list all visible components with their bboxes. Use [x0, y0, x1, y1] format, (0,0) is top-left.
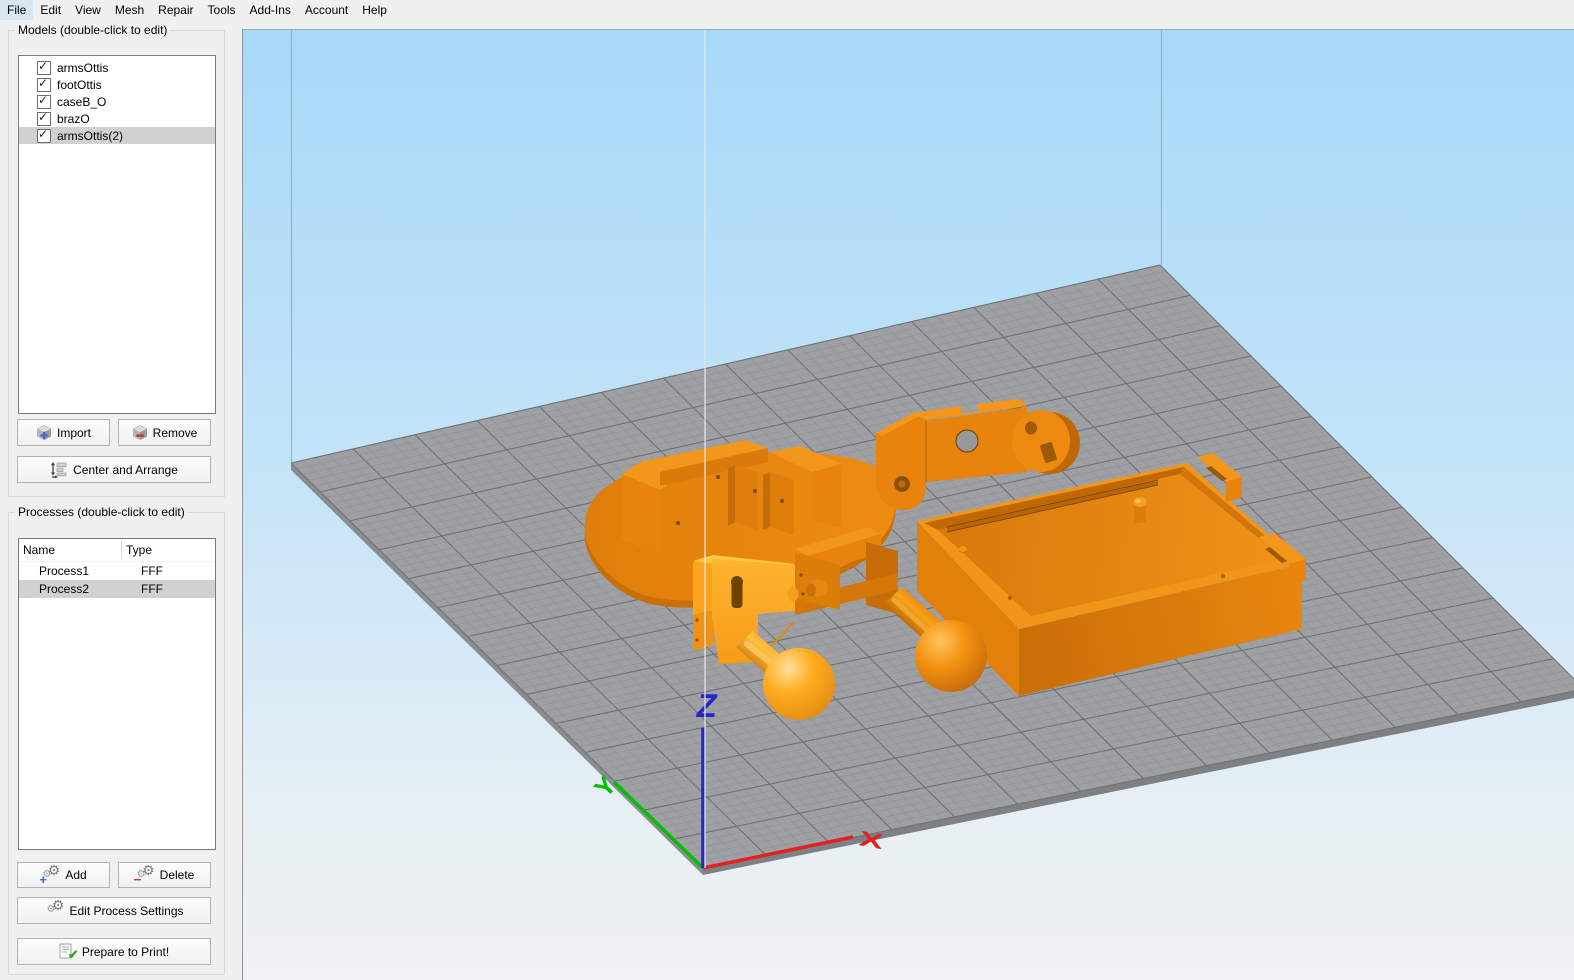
import-cube-icon [36, 424, 52, 440]
model-checkbox[interactable]: ✓ [37, 109, 51, 126]
processes-table-header: Name Type [19, 539, 215, 562]
menu-mesh[interactable]: Mesh [108, 0, 151, 20]
check-icon: ✓ [38, 126, 49, 141]
check-icon: ✓ [38, 58, 49, 73]
process-name: Process2 [39, 582, 90, 596]
model-list-item[interactable]: ✓ caseB_O [19, 93, 215, 110]
remove-button-label: Remove [152, 425, 198, 440]
center-arrange-icon [51, 461, 67, 478]
menu-bar: File Edit View Mesh Repair Tools Add-Ins Accoun… [0, 0, 1574, 20]
column-header-type: Type [121, 541, 215, 559]
model-label: armsOttis(2) [57, 128, 123, 143]
model-label: brazO [57, 111, 90, 126]
add-button-label: Add [65, 868, 87, 882]
import-button-label: Import [56, 425, 91, 440]
menu-edit[interactable]: Edit [33, 0, 68, 20]
check-icon: ✓ [38, 109, 49, 124]
gear-plus-icon: ⚙ ⚙ + [39, 861, 61, 887]
process-type: FFF [141, 582, 163, 596]
delete-button-label: Delete [159, 868, 195, 882]
viewport-3d[interactable]: Y X Z [242, 29, 1574, 980]
check-icon: ✓ [38, 92, 49, 107]
process-type: FFF [141, 564, 163, 578]
model-list-item[interactable]: ✓ armsOttis(2) [19, 127, 215, 144]
x-axis-label: X [857, 827, 885, 854]
processes-table-body: Process1 FFF Process2 FFF [19, 562, 215, 598]
process-row[interactable]: Process2 FFF [19, 580, 215, 598]
processes-groupbox-title: Processes (double-click to edit) [15, 505, 188, 519]
gear-minus-icon: ⚙ ⚙ − [133, 861, 155, 887]
models-list[interactable]: ✓ armsOttis ✓ footOttis ✓ caseB_O ✓ brazO ✓ armsO… [18, 55, 216, 414]
gears-icon: ⚙ ⚙ [46, 897, 65, 915]
processes-table[interactable]: Name Type Process1 FFF Process2 FFF [18, 538, 216, 850]
check-icon: ✓ [38, 75, 49, 90]
model-label: footOttis [57, 77, 102, 92]
model-list-item[interactable]: ✓ footOttis [19, 76, 215, 93]
remove-cube-icon [132, 424, 148, 440]
menu-addins[interactable]: Add-Ins [243, 0, 298, 20]
model-label: armsOttis [57, 60, 109, 75]
left-panel: Models (double-click to edit) ✓ armsOttis… [0, 0, 242, 980]
print-checklist-icon: ✔ [59, 943, 79, 962]
add-process-button[interactable]: ⚙ ⚙ + Add [17, 862, 110, 888]
models-groupbox-title: Models (double-click to edit) [15, 23, 171, 37]
center-arrange-button-label: Center and Arrange [73, 462, 178, 477]
model-list-item[interactable]: ✓ armsOttis [19, 59, 215, 76]
menu-help[interactable]: Help [355, 0, 394, 20]
edit-process-settings-label: Edit Process Settings [69, 903, 184, 918]
remove-button[interactable]: Remove [118, 419, 211, 446]
menu-tools[interactable]: Tools [201, 0, 243, 20]
delete-process-button[interactable]: ⚙ ⚙ − Delete [118, 862, 211, 888]
model-checkbox[interactable]: ✓ [37, 58, 51, 75]
model-list-item[interactable]: ✓ brazO [19, 110, 215, 127]
menu-repair[interactable]: Repair [151, 0, 200, 20]
menu-view[interactable]: View [68, 0, 108, 20]
model-checkbox[interactable]: ✓ [37, 75, 51, 92]
ball-joint-sphere [915, 620, 987, 692]
prepare-to-print-label: Prepare to Print! [81, 944, 170, 959]
process-row[interactable]: Process1 FFF [19, 562, 215, 580]
edit-process-settings-button[interactable]: ⚙ ⚙ Edit Process Settings [17, 897, 211, 924]
model-checkbox[interactable]: ✓ [37, 126, 51, 143]
import-button[interactable]: Import [17, 419, 110, 446]
menu-account[interactable]: Account [298, 0, 355, 20]
center-arrange-button[interactable]: Center and Arrange [17, 456, 211, 483]
ball-joint-sphere-selected [763, 648, 835, 720]
column-header-name: Name [23, 543, 56, 557]
model-checkbox[interactable]: ✓ [37, 92, 51, 109]
model-label: caseB_O [57, 94, 107, 109]
process-name: Process1 [39, 564, 90, 578]
menu-file[interactable]: File [0, 0, 34, 20]
prepare-to-print-button[interactable]: ✔ Prepare to Print! [17, 938, 211, 965]
